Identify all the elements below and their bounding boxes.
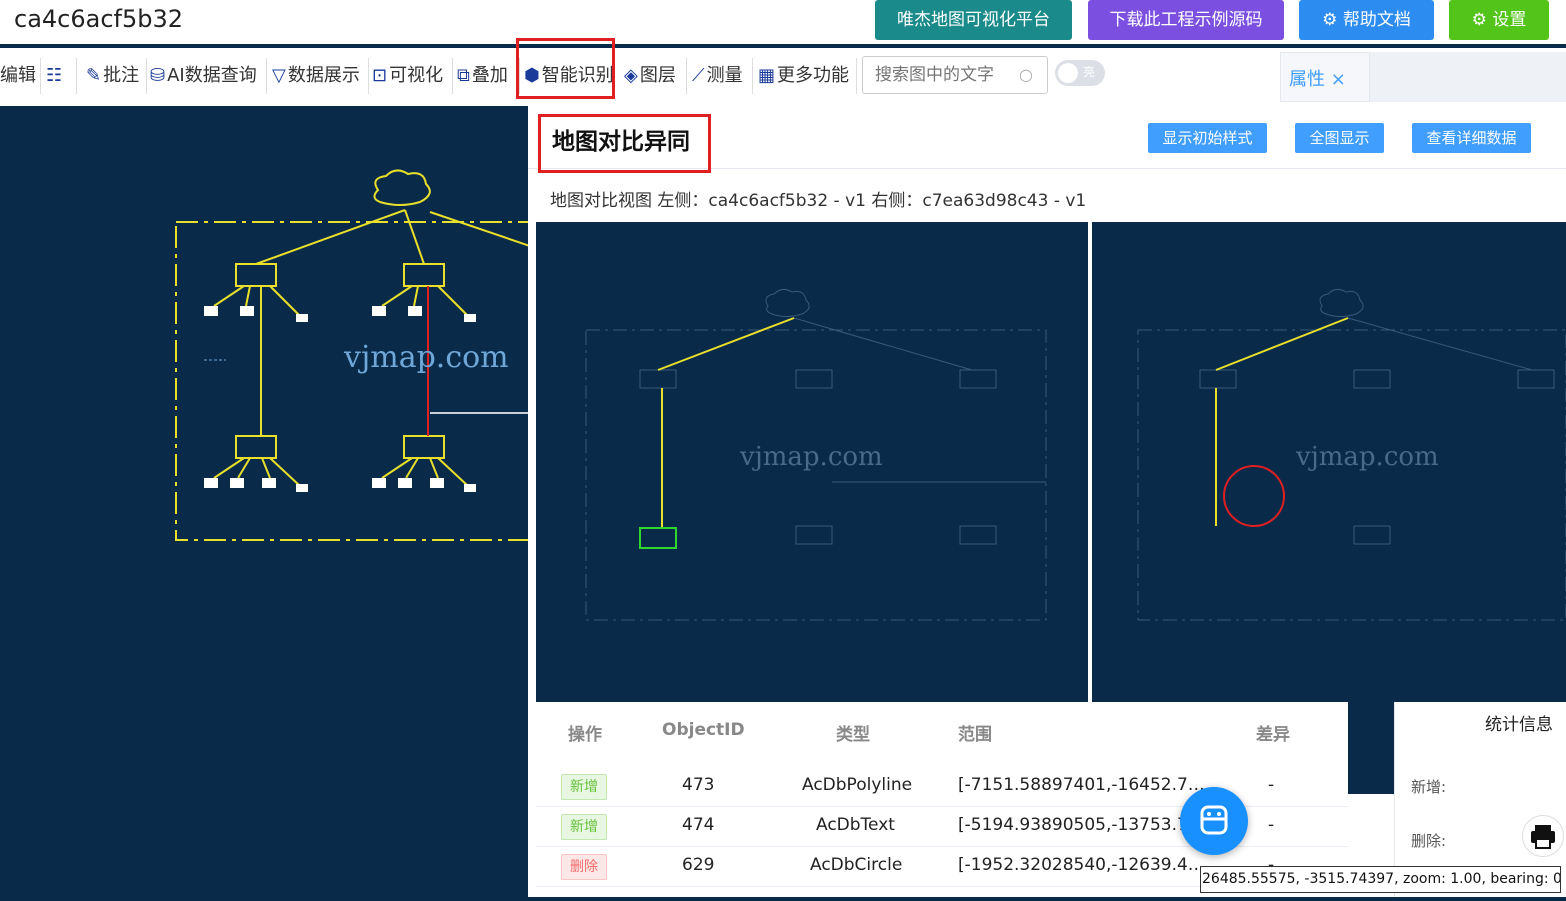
col-header-range: 范围 xyxy=(958,725,992,745)
tool-more[interactable]: ▦ 更多功能 xyxy=(758,58,857,94)
show-initial-style-button[interactable]: 显示初始样式 xyxy=(1148,123,1267,153)
toggle-text: 亮 xyxy=(1083,65,1096,79)
platform-button[interactable]: 唯杰地图可视化平台 xyxy=(875,0,1072,40)
search-icon[interactable]: ○ xyxy=(1019,65,1033,84)
tool-annotate[interactable]: ✎ 批注 xyxy=(86,58,147,94)
tool-annotate-label: 批注 xyxy=(103,65,140,86)
gear-icon: ⚙ xyxy=(1471,10,1493,30)
left-watermark: vjmap.com xyxy=(740,442,883,472)
cell-range: [-7151.58897401,-16452.7… xyxy=(958,775,1205,795)
search-box: ○ xyxy=(862,56,1048,94)
cell-type: AcDbText xyxy=(816,815,895,835)
highlight-panel-title xyxy=(538,114,711,173)
right-watermark: vjmap.com xyxy=(1296,442,1439,472)
cell-objectid: 474 xyxy=(682,815,715,835)
tool-layers-label: 图层 xyxy=(639,65,676,86)
col-header-type: 类型 xyxy=(836,725,870,745)
settings-label: 设置 xyxy=(1492,10,1527,30)
map-watermark: vjmap.com xyxy=(344,340,509,375)
map-canvas[interactable]: vjmap.com xyxy=(0,106,537,897)
overlay-icon: ⧉ xyxy=(457,65,470,86)
header-bar: ca4c6acf5b32 唯杰地图可视化平台 下载此工程示例源码 ⚙ 帮助文档 … xyxy=(0,0,1566,44)
tool-data-display-label: 数据展示 xyxy=(287,65,360,86)
cell-objectid: 629 xyxy=(682,855,715,875)
print-button[interactable] xyxy=(1522,815,1564,857)
tool-edit[interactable]: 编辑 xyxy=(0,58,41,94)
coordinate-readout: 26485.55575, -3515.74397, zoom: 1.00, be… xyxy=(1200,866,1561,893)
tool-data-display[interactable]: ▽ 数据展示 xyxy=(272,58,369,94)
col-header-op: 操作 xyxy=(568,725,602,745)
cell-diff: - xyxy=(1268,815,1275,835)
cell-range: [-5194.93890505,-13753.7… xyxy=(958,815,1205,835)
layers-icon: ◈ xyxy=(624,65,638,86)
highlight-smart-recognition xyxy=(516,38,615,99)
cell-type: AcDbCircle xyxy=(810,855,903,875)
properties-tab-label: 属性 × xyxy=(1289,69,1346,90)
op-tag: 新增 xyxy=(561,774,607,800)
tool-visualize[interactable]: ⊡ 可视化 xyxy=(372,58,453,94)
search-input[interactable] xyxy=(873,57,1017,93)
properties-strip xyxy=(1370,52,1566,102)
tool-edit-label: 编辑 xyxy=(0,65,36,86)
cell-range: [-1952.32028540,-12639.4… xyxy=(958,855,1205,875)
help-docs-button[interactable]: ⚙ 帮助文档 xyxy=(1299,0,1434,40)
tool-more-label: 更多功能 xyxy=(777,65,850,86)
tool-layers[interactable]: ◈ 图层 xyxy=(624,58,687,94)
download-source-button[interactable]: 下载此工程示例源码 xyxy=(1088,0,1284,40)
op-tag: 新增 xyxy=(561,814,607,840)
properties-tab[interactable]: 属性 × xyxy=(1280,52,1370,102)
stat-deleted-label: 删除: xyxy=(1411,832,1447,850)
tool-ai-query[interactable]: ⛁ AI数据查询 xyxy=(150,58,267,94)
tool-overlay-label: 叠加 xyxy=(471,65,508,86)
tool-ai-query-label: AI数据查询 xyxy=(167,65,257,86)
settings-button[interactable]: ⚙ 设置 xyxy=(1449,0,1549,40)
network-drawing xyxy=(175,169,537,541)
pencil-icon: ✎ xyxy=(86,65,102,86)
robot-icon xyxy=(1200,805,1228,835)
tool-overlay[interactable]: ⧉ 叠加 xyxy=(457,58,520,94)
cell-type: AcDbPolyline xyxy=(802,775,913,795)
cell-diff: - xyxy=(1268,775,1275,795)
app-title: ca4c6acf5b32 xyxy=(14,5,184,33)
tool-measure[interactable]: ⟋ 测量 xyxy=(692,58,753,94)
tool-list-edit[interactable]: ☷ xyxy=(46,58,77,94)
cell-objectid: 473 xyxy=(682,775,715,795)
list-edit-icon: ☷ xyxy=(46,65,63,86)
op-tag: 删除 xyxy=(561,854,607,880)
toggle-knob xyxy=(1058,63,1078,83)
stat-added-label: 新增: xyxy=(1411,778,1447,796)
compare-subtitle: 地图对比视图 左侧：ca4c6acf5b32 - v1 右侧：c7ea63d98… xyxy=(550,191,1087,211)
filter-icon: ▽ xyxy=(272,65,286,86)
col-header-diff: 差异 xyxy=(1256,725,1290,745)
chart-icon: ⊡ xyxy=(372,65,388,86)
tool-visualize-label: 可视化 xyxy=(389,65,444,86)
view-details-button[interactable]: 查看详细数据 xyxy=(1412,123,1531,153)
grid-icon: ▦ xyxy=(758,65,776,86)
printer-icon xyxy=(1531,825,1555,849)
fit-all-button[interactable]: 全图显示 xyxy=(1295,123,1384,153)
database-icon: ⛁ xyxy=(150,65,166,86)
col-header-objectid: ObjectID xyxy=(662,720,745,740)
help-docs-label: 帮助文档 xyxy=(1342,10,1411,30)
theme-toggle[interactable]: 亮 xyxy=(1055,60,1105,86)
assistant-button[interactable] xyxy=(1180,787,1248,855)
tool-measure-label: 测量 xyxy=(706,65,743,86)
ruler-icon: ⟋ xyxy=(692,65,705,86)
compare-panel: 地图对比异同 显示初始样式 全图显示 查看详细数据 地图对比视图 左侧：ca4c… xyxy=(528,106,1566,897)
gear-icon: ⚙ xyxy=(1322,10,1343,30)
stats-title: 统计信息 xyxy=(1485,715,1553,735)
